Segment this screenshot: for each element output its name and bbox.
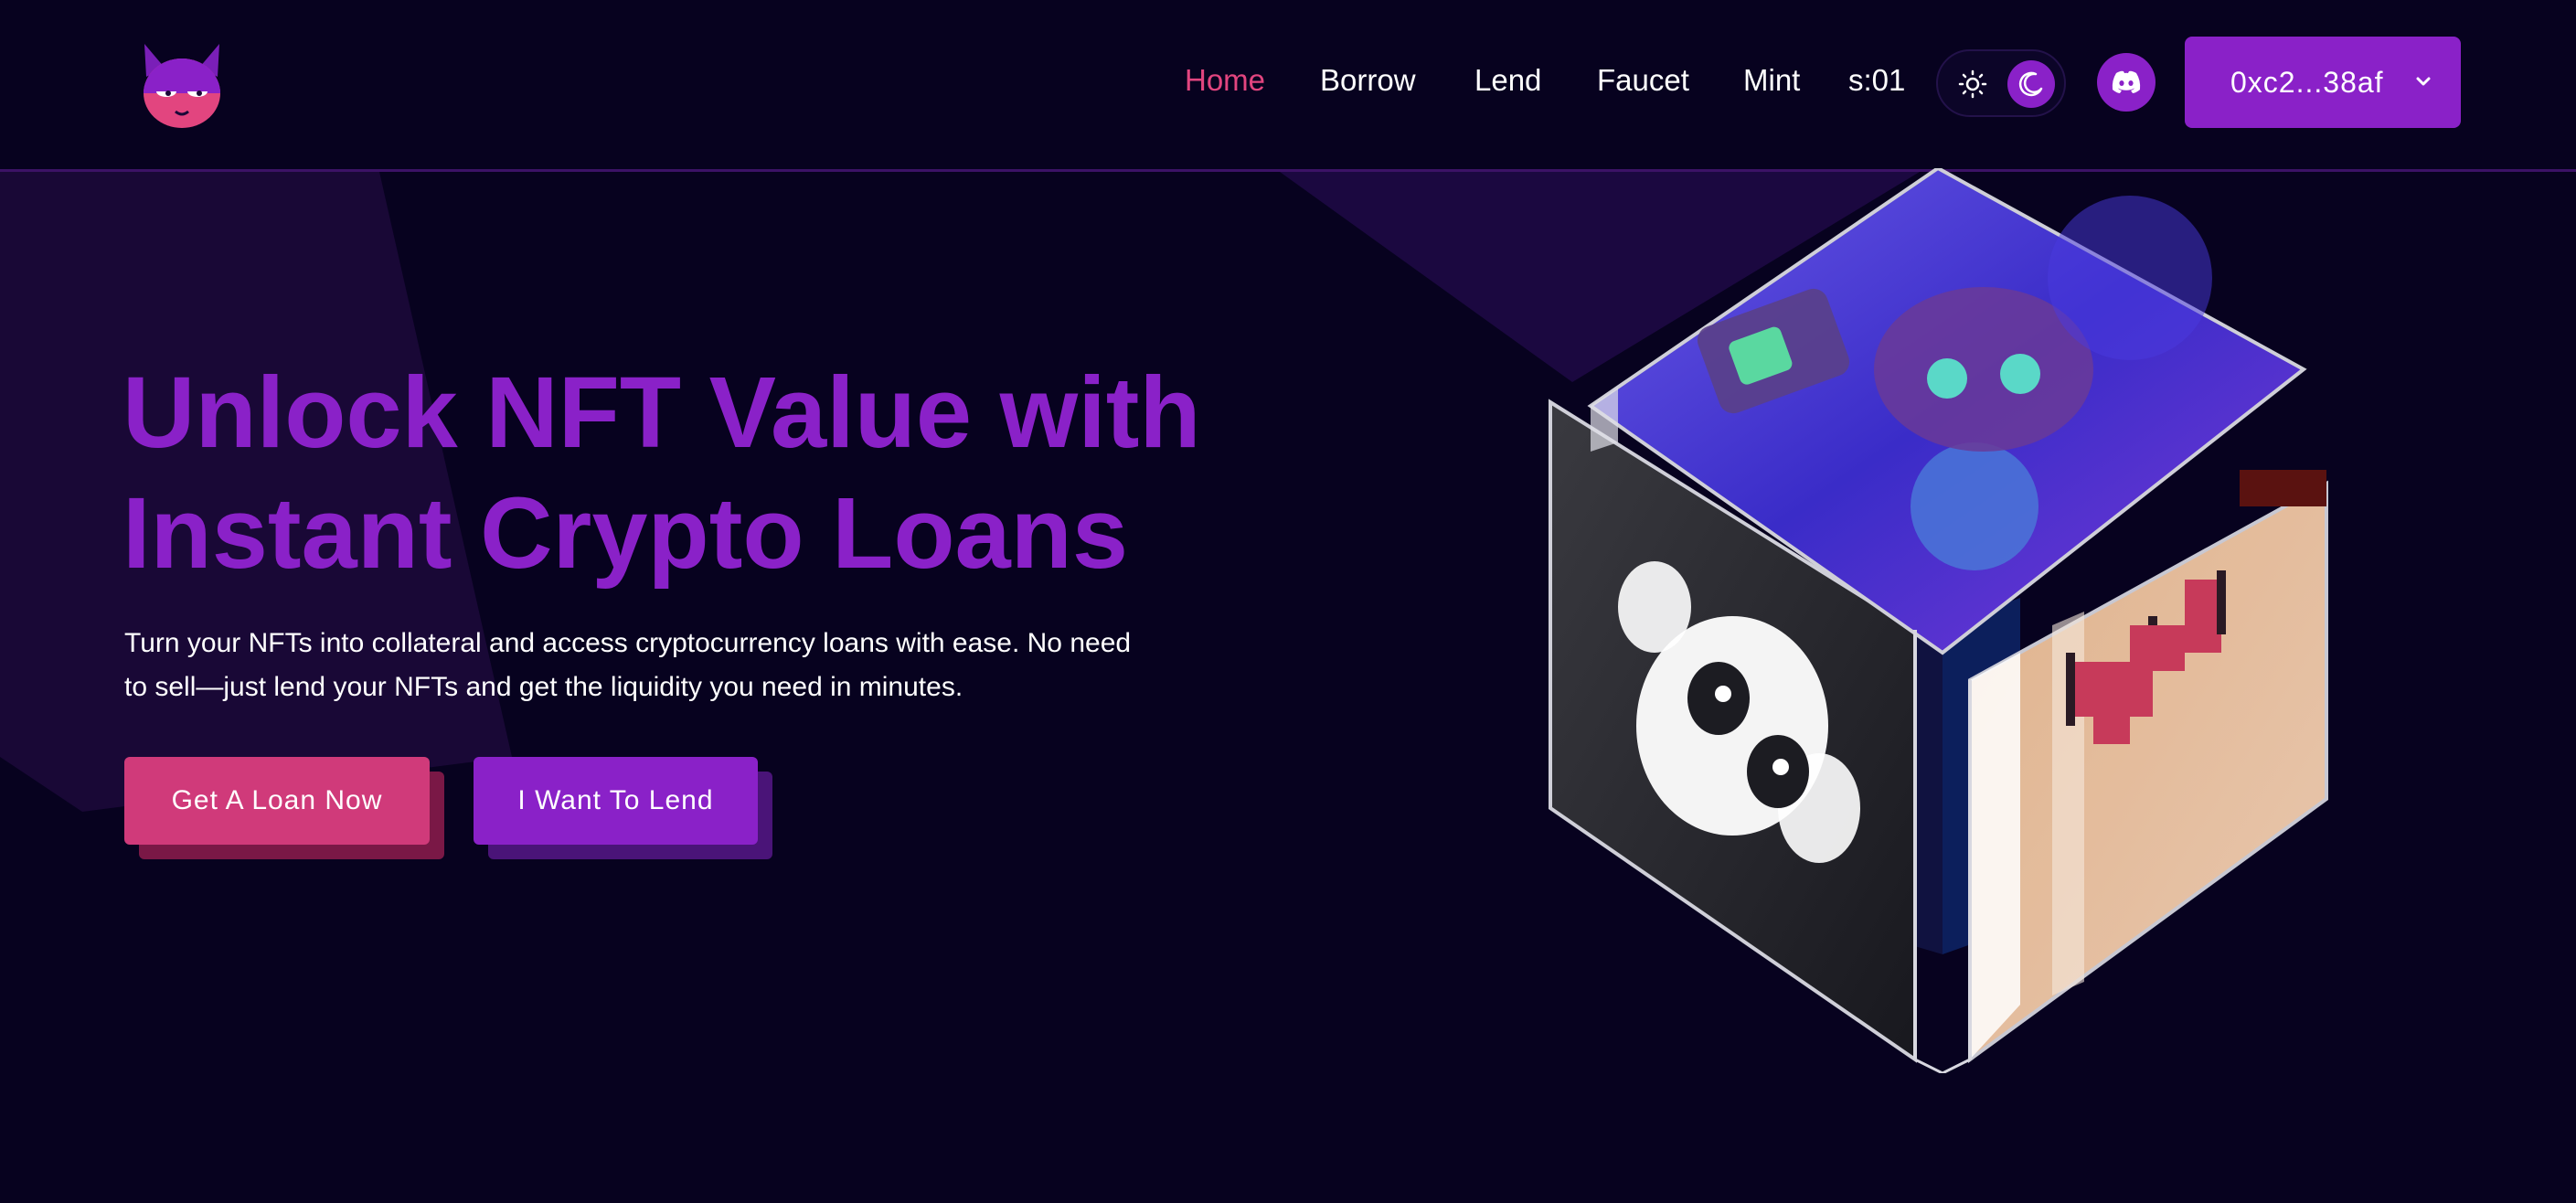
cat-logo-icon[interactable] <box>139 40 225 132</box>
site-header: Home Borrow Lend Faucet Mint s:01 0xc2..… <box>0 0 2576 172</box>
nav-home[interactable]: Home <box>1185 62 1265 99</box>
lend-button-label: I Want To Lend <box>474 757 758 845</box>
discord-icon <box>2112 70 2141 93</box>
wallet-button[interactable]: 0xc2...38af <box>2185 37 2461 128</box>
nav-borrow[interactable]: Borrow <box>1320 62 1416 99</box>
hero-description: Turn your NFTs into collateral and acces… <box>124 628 1132 702</box>
hero-title-line-2: Instant Crypto Loans <box>122 477 1129 590</box>
chevron-down-icon <box>2416 77 2431 86</box>
sun-icon[interactable] <box>1949 60 1996 108</box>
hero-title: Unlock NFT Value with Instant Crypto Loa… <box>122 353 1219 594</box>
discord-button[interactable] <box>2097 53 2156 112</box>
nft-cube-illustration <box>1549 168 2328 1073</box>
hero-title-line-1: Unlock NFT Value with <box>122 357 1201 469</box>
wallet-address: 0xc2...38af <box>2230 65 2384 99</box>
nav-mint[interactable]: Mint <box>1743 62 1800 99</box>
lend-button[interactable]: I Want To Lend <box>474 757 772 859</box>
get-loan-button-label: Get A Loan Now <box>124 757 430 845</box>
countdown-timer: s:01 <box>1848 63 1906 97</box>
nav-faucet[interactable]: Faucet <box>1597 62 1689 99</box>
get-loan-button[interactable]: Get A Loan Now <box>124 757 444 859</box>
nav-lend[interactable]: Lend <box>1474 62 1541 99</box>
moon-icon[interactable] <box>2007 60 2055 108</box>
theme-toggle[interactable] <box>1936 49 2066 117</box>
